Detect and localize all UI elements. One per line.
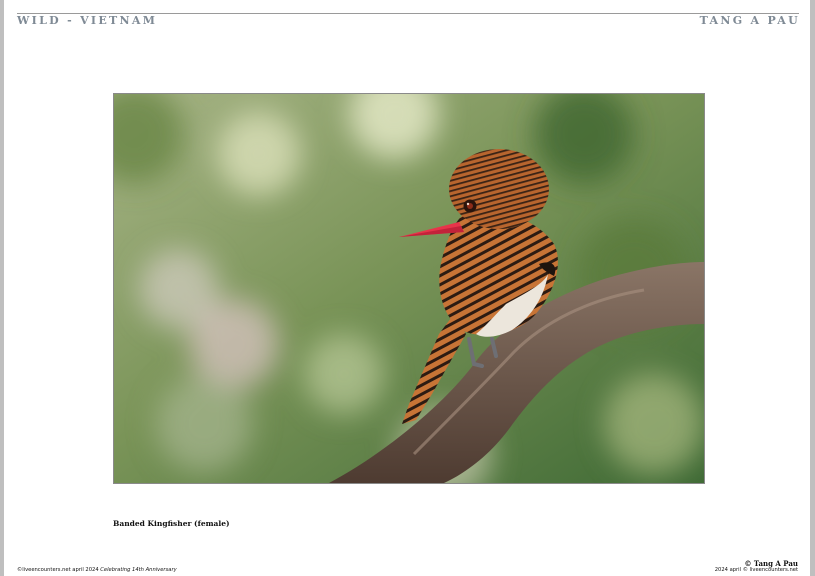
section-title: WILD - VIETNAM [17, 14, 158, 27]
footer-copyright: ©liveencounters.net april 2024 [17, 567, 99, 573]
footer-publication: ©liveencounters.net april 2024 Celebrati… [17, 567, 177, 573]
author-title: TANG A PAU [699, 14, 800, 27]
photo-caption: Banded Kingfisher (female) [113, 519, 230, 528]
footer-copyright-right: 2024 april © liveencounters.net [714, 567, 798, 573]
magazine-page: WILD - VIETNAM TANG A PAU Banded Kingfis… [4, 0, 810, 576]
footer-anniversary: Celebrating 14th Anniversary [100, 567, 177, 573]
bird-photo [113, 93, 705, 484]
